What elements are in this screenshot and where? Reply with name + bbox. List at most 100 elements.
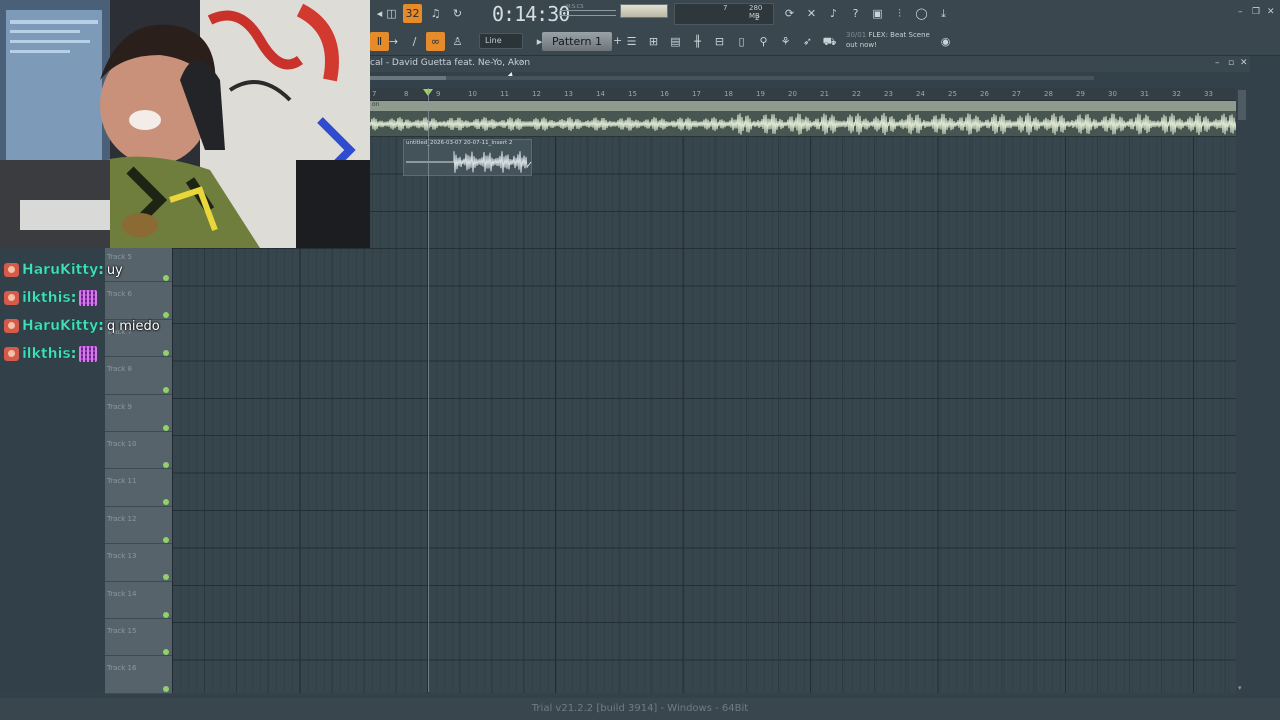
plugin-icon[interactable]: ⚲ — [754, 32, 773, 51]
channel-rack-icon[interactable]: ▤ — [666, 32, 685, 51]
pattern-selector[interactable]: Pattern 1 — [542, 32, 612, 51]
scrollbar-thumb[interactable] — [370, 76, 446, 80]
track-header[interactable]: Track 13 — [105, 544, 172, 582]
news-panel[interactable]: 30/01 FLEX: Beat Scene out now! — [846, 30, 936, 50]
ruler-number: 33 — [1204, 90, 1213, 98]
title-arrow-icon[interactable]: › — [520, 57, 524, 67]
username-separator: : — [70, 290, 77, 306]
panic-icon[interactable]: ✕ — [802, 4, 821, 23]
track-enable-icon[interactable] — [163, 536, 169, 543]
piano-roll-icon[interactable]: ⊞ — [644, 32, 663, 51]
chat-text: q miedo — [106, 318, 160, 334]
track-header[interactable]: Track 9 — [105, 395, 172, 432]
cart-icon[interactable]: ⛟ — [820, 32, 839, 51]
toolbar-row-transport: ◂ ◫ 32 ♫ ↻ 0:14:30 M:S:CS 7 280 MB 2 ⟳ ✕… — [370, 0, 1280, 28]
ruler-number: 17 — [692, 90, 701, 98]
track-header[interactable]: Track 14 — [105, 582, 172, 619]
ruler-number: 10 — [468, 90, 477, 98]
maximize-icon[interactable]: ❐ — [1252, 7, 1260, 17]
webcam-image — [0, 0, 370, 248]
vertical-scrollbar[interactable]: ▾ — [1236, 88, 1248, 694]
playlist-maximize-icon[interactable]: ▫ — [1228, 58, 1234, 68]
minimize-icon[interactable]: – — [1238, 7, 1243, 17]
ruler-number: 12 — [532, 90, 541, 98]
chat-username: HaruKitty — [22, 262, 99, 278]
track-enable-icon[interactable] — [163, 686, 169, 693]
playlist-title-bar[interactable]: cal - David Guetta feat. Ne-Yo, Akon › –… — [370, 56, 1250, 82]
screen: ◂ ◫ 32 ♫ ↻ 0:14:30 M:S:CS 7 280 MB 2 ⟳ ✕… — [0, 0, 1280, 720]
chat-username: HaruKitty — [22, 318, 99, 334]
ruler-number: 31 — [1140, 90, 1149, 98]
templates-icon[interactable]: ➶ — [798, 32, 817, 51]
cpu-memory-monitor: 7 280 MB 2 — [674, 3, 774, 25]
user-avatar-icon — [4, 347, 19, 361]
username-separator: : — [98, 318, 104, 334]
tempo-tap-icon[interactable]: ⚘ — [776, 32, 795, 51]
username-separator: : — [98, 262, 104, 278]
track-enable-icon[interactable] — [163, 387, 169, 394]
vertical-scrollbar-thumb[interactable] — [1238, 90, 1246, 120]
audio-clip-track[interactable] — [369, 111, 1238, 137]
master-pitch-slider[interactable] — [560, 6, 616, 20]
save-icon[interactable]: ▣ — [868, 4, 887, 23]
project-icon[interactable]: ▯ — [732, 32, 751, 51]
browser-icon[interactable]: ⊟ — [710, 32, 729, 51]
scroll-down-icon[interactable]: ▾ — [1238, 684, 1242, 692]
record-mode-button[interactable]: 32 — [403, 4, 422, 23]
ruler-number: 7 — [372, 90, 377, 98]
chat-message: HaruKitty: q miedo — [4, 312, 184, 340]
track-enable-icon[interactable] — [163, 462, 169, 468]
ruler-number: 15 — [628, 90, 637, 98]
link-icon[interactable]: ∞ — [426, 32, 445, 51]
track-enable-icon[interactable] — [163, 574, 169, 581]
arrow-right-icon[interactable]: → — [384, 32, 403, 51]
track-header[interactable]: Track 12 — [105, 507, 172, 545]
track-enable-icon[interactable] — [163, 424, 169, 431]
chat-icon[interactable]: ◯ — [912, 4, 931, 23]
loop-record-button[interactable]: ↻ — [448, 4, 467, 23]
timeline-ruler[interactable]: 7 8 9 10 11 12 13 14 15 16 17 18 19 20 21 22 23 24 25 26 27 2… — [370, 88, 1236, 101]
playlist-icon[interactable]: ☰ — [622, 32, 641, 51]
user-avatar-icon — [4, 319, 19, 333]
stamp-icon[interactable]: ♙ — [448, 32, 467, 51]
add-pattern-button[interactable]: + — [613, 34, 622, 47]
track-name: Track 14 — [107, 589, 137, 598]
master-volume-slider[interactable] — [620, 4, 668, 18]
horizontal-scrollbar[interactable] — [370, 76, 1094, 80]
online-status-icon[interactable]: ◉ — [936, 32, 955, 51]
playlist-minimize-icon[interactable]: – — [1215, 58, 1220, 68]
download-icon[interactable]: ⤓ — [934, 4, 953, 23]
ruler-number: 28 — [1044, 90, 1053, 98]
close-icon[interactable]: ✕ — [1267, 7, 1275, 17]
track-enable-icon[interactable] — [163, 649, 169, 655]
help-icon[interactable]: ? — [846, 4, 865, 23]
track-header[interactable]: Track 10 — [105, 432, 172, 470]
track-header[interactable]: Track 16 — [105, 656, 172, 694]
track-enable-icon[interactable] — [163, 611, 169, 618]
emote-icon — [79, 290, 98, 306]
playlist-close-icon[interactable]: ✕ — [1240, 58, 1248, 68]
track-header[interactable]: Track 15 — [105, 619, 172, 657]
mixer-view-icon[interactable]: ╫ — [688, 32, 707, 51]
microphone-icon[interactable]: ♪ — [824, 4, 843, 23]
chat-message: ilkthis: — [4, 340, 184, 368]
audio-clip[interactable]: untitled_2026-03-07 20-07-11_Insert 2 — [403, 139, 532, 176]
track-header[interactable]: Track 11 — [105, 469, 172, 507]
mixer-icon[interactable]: ⫶ — [890, 4, 909, 23]
track-name: Track 11 — [107, 477, 137, 486]
polyphony-value: 2 — [755, 14, 760, 22]
brush-icon[interactable]: ∕ — [405, 32, 424, 51]
ruler-number: 8 — [404, 90, 409, 98]
metronome-button[interactable]: ♫ — [426, 4, 445, 23]
refresh-icon[interactable]: ⟳ — [780, 4, 799, 23]
time-marker-label: on — [372, 101, 380, 108]
ruler-number: 32 — [1172, 90, 1181, 98]
time-marker-strip[interactable]: on — [370, 101, 1236, 111]
user-avatar-icon — [4, 291, 19, 305]
track-enable-icon[interactable] — [163, 499, 169, 506]
song-mode-button[interactable]: ◫ — [382, 4, 401, 23]
snap-select[interactable]: Line — [479, 33, 523, 49]
song-time-display[interactable]: 0:14:30 — [492, 2, 570, 26]
ruler-number: 21 — [820, 90, 829, 98]
chat-message: ilkthis: — [4, 284, 184, 312]
